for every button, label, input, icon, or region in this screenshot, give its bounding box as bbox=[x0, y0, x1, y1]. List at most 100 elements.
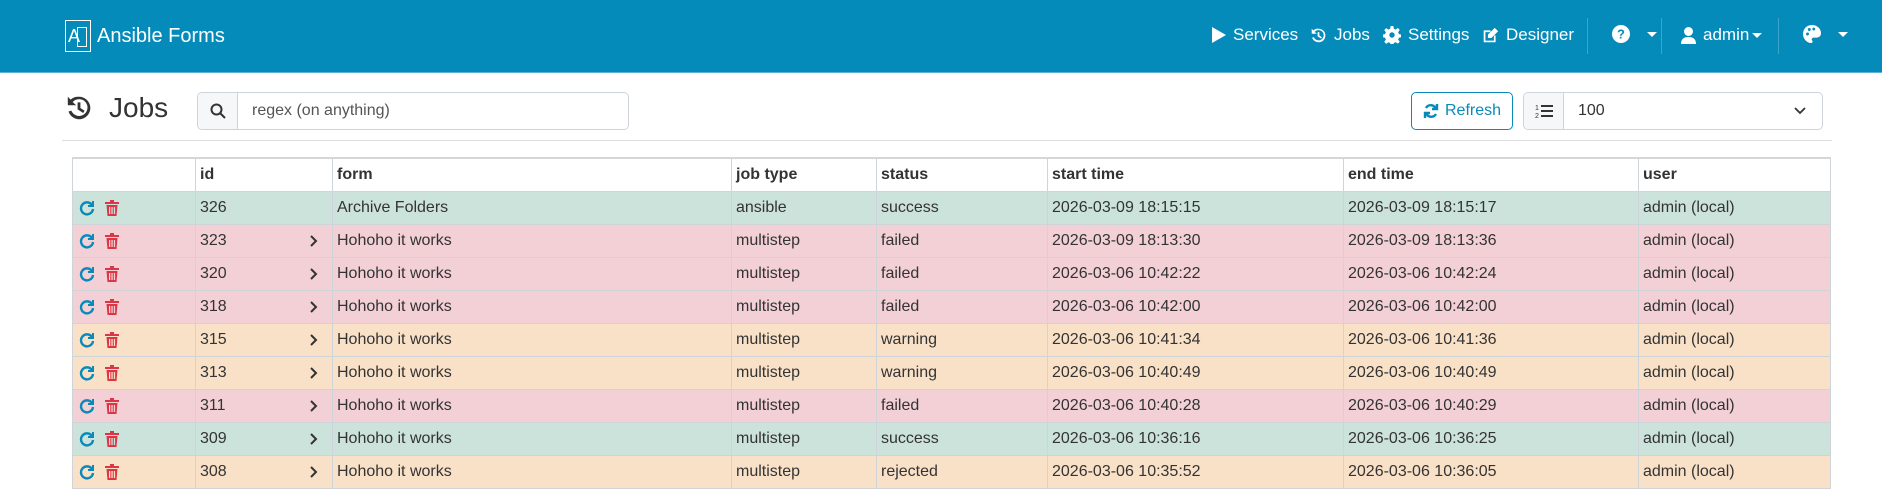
chevron-right-icon[interactable] bbox=[310, 234, 318, 247]
cell-user: admin (local) bbox=[1638, 355, 1831, 390]
column-header-user: user bbox=[1638, 157, 1831, 192]
svg-text:2: 2 bbox=[1535, 113, 1539, 119]
cell-start-time: 2026-03-06 10:42:22 bbox=[1047, 256, 1344, 291]
page-header: Jobs bbox=[65, 92, 168, 124]
page-size-select[interactable]: 12 100 bbox=[1523, 92, 1823, 130]
cell-status: success bbox=[876, 421, 1048, 456]
chevron-right-icon[interactable] bbox=[310, 267, 318, 280]
column-header-start-time: start time bbox=[1047, 157, 1344, 192]
chevron-right-icon[interactable] bbox=[310, 333, 318, 346]
chevron-right-icon[interactable] bbox=[310, 432, 318, 445]
column-header-form: form bbox=[332, 157, 732, 192]
cell-user: admin (local) bbox=[1638, 289, 1831, 324]
cell-id: 309 bbox=[195, 421, 333, 456]
rerun-icon[interactable] bbox=[79, 431, 95, 447]
table-row[interactable]: 309 Hohoho it works multistep success 20… bbox=[72, 421, 1831, 456]
row-actions bbox=[72, 355, 196, 390]
cell-user: admin (local) bbox=[1638, 388, 1831, 423]
rerun-icon[interactable] bbox=[79, 464, 95, 480]
cell-start-time: 2026-03-06 10:35:52 bbox=[1047, 454, 1344, 489]
cell-user: admin (local) bbox=[1638, 223, 1831, 258]
page-title: Jobs bbox=[109, 92, 169, 123]
chevron-right-icon[interactable] bbox=[310, 366, 318, 379]
user-dropdown[interactable]: admin bbox=[1681, 25, 1763, 45]
rerun-icon[interactable] bbox=[79, 299, 95, 315]
row-actions bbox=[72, 421, 196, 456]
trash-icon[interactable] bbox=[105, 331, 119, 348]
cell-job-type: multistep bbox=[731, 454, 877, 489]
list-ol-icon: 12 bbox=[1524, 93, 1564, 129]
cell-user: admin (local) bbox=[1638, 421, 1831, 456]
cell-end-time: 2026-03-06 10:40:49 bbox=[1343, 355, 1639, 390]
cell-job-type: multistep bbox=[731, 256, 877, 291]
brand-link[interactable]: A Ansible Forms bbox=[65, 20, 225, 52]
trash-icon[interactable] bbox=[105, 232, 119, 249]
nav-designer[interactable]: Designer bbox=[1482, 25, 1574, 45]
table-row[interactable]: 326 Archive Folders ansible success 2026… bbox=[72, 190, 1831, 225]
cell-id: 315 bbox=[195, 322, 333, 357]
rerun-icon[interactable] bbox=[79, 332, 95, 348]
cell-end-time: 2026-03-06 10:41:36 bbox=[1343, 322, 1639, 357]
search-icon bbox=[198, 93, 238, 129]
search-group bbox=[197, 92, 629, 130]
trash-icon[interactable] bbox=[105, 463, 119, 480]
table-row[interactable]: 313 Hohoho it works multistep warning 20… bbox=[72, 355, 1831, 390]
job-id: 315 bbox=[200, 330, 227, 348]
cell-start-time: 2026-03-06 10:40:28 bbox=[1047, 388, 1344, 423]
help-dropdown[interactable]: ? bbox=[1612, 25, 1657, 43]
table-row[interactable]: 323 Hohoho it works multistep failed 202… bbox=[72, 223, 1831, 258]
refresh-button[interactable]: Refresh bbox=[1411, 92, 1513, 130]
trash-icon[interactable] bbox=[105, 364, 119, 381]
job-id: 320 bbox=[200, 264, 227, 282]
table-row[interactable]: 308 Hohoho it works multistep rejected 2… bbox=[72, 454, 1831, 489]
cell-form: Hohoho it works bbox=[332, 454, 732, 489]
cell-id: 320 bbox=[195, 256, 333, 291]
cell-end-time: 2026-03-06 10:36:05 bbox=[1343, 454, 1639, 489]
row-actions bbox=[72, 256, 196, 291]
cell-status: failed bbox=[876, 256, 1048, 291]
cell-job-type: multistep bbox=[731, 388, 877, 423]
rerun-icon[interactable] bbox=[79, 365, 95, 381]
trash-icon[interactable] bbox=[105, 430, 119, 447]
rerun-icon[interactable] bbox=[79, 233, 95, 249]
row-actions bbox=[72, 289, 196, 324]
rerun-icon[interactable] bbox=[79, 398, 95, 414]
chevron-right-icon[interactable] bbox=[310, 399, 318, 412]
cell-end-time: 2026-03-09 18:13:36 bbox=[1343, 223, 1639, 258]
table-row[interactable]: 318 Hohoho it works multistep failed 202… bbox=[72, 289, 1831, 324]
trash-icon[interactable] bbox=[105, 298, 119, 315]
jobs-table: id form job type status start time end time us… bbox=[72, 157, 1831, 489]
trash-icon[interactable] bbox=[105, 397, 119, 414]
cell-status: failed bbox=[876, 223, 1048, 258]
chevron-right-icon[interactable] bbox=[310, 465, 318, 478]
caret-down-icon bbox=[1647, 31, 1657, 37]
search-input[interactable] bbox=[238, 93, 628, 129]
table-row[interactable]: 311 Hohoho it works multistep failed 202… bbox=[72, 388, 1831, 423]
trash-icon[interactable] bbox=[105, 265, 119, 282]
rerun-icon[interactable] bbox=[79, 266, 95, 282]
job-id: 323 bbox=[200, 231, 227, 249]
trash-icon[interactable] bbox=[105, 199, 119, 216]
caret-down-icon bbox=[1752, 32, 1763, 38]
cell-user: admin (local) bbox=[1638, 256, 1831, 291]
palette-icon bbox=[1803, 25, 1821, 43]
nav-settings[interactable]: Settings bbox=[1383, 25, 1469, 45]
table-row[interactable]: 315 Hohoho it works multistep warning 20… bbox=[72, 322, 1831, 357]
theme-dropdown[interactable] bbox=[1803, 25, 1848, 43]
row-actions bbox=[72, 322, 196, 357]
nav-jobs[interactable]: Jobs bbox=[1310, 25, 1370, 45]
page-size-value: 100 bbox=[1578, 102, 1605, 119]
job-id: 313 bbox=[200, 363, 227, 381]
table-row[interactable]: 320 Hohoho it works multistep failed 202… bbox=[72, 256, 1831, 291]
cell-end-time: 2026-03-09 18:15:17 bbox=[1343, 190, 1639, 225]
cell-job-type: multistep bbox=[731, 289, 877, 324]
history-icon bbox=[1311, 28, 1326, 42]
chevron-right-icon[interactable] bbox=[310, 300, 318, 313]
column-header-job-type: job type bbox=[731, 157, 877, 192]
question-circle-icon: ? bbox=[1612, 25, 1630, 43]
cell-start-time: 2026-03-09 18:13:30 bbox=[1047, 223, 1344, 258]
rerun-icon[interactable] bbox=[79, 200, 95, 216]
nav-services[interactable]: Services bbox=[1212, 25, 1298, 45]
row-actions bbox=[72, 190, 196, 225]
row-actions bbox=[72, 388, 196, 423]
